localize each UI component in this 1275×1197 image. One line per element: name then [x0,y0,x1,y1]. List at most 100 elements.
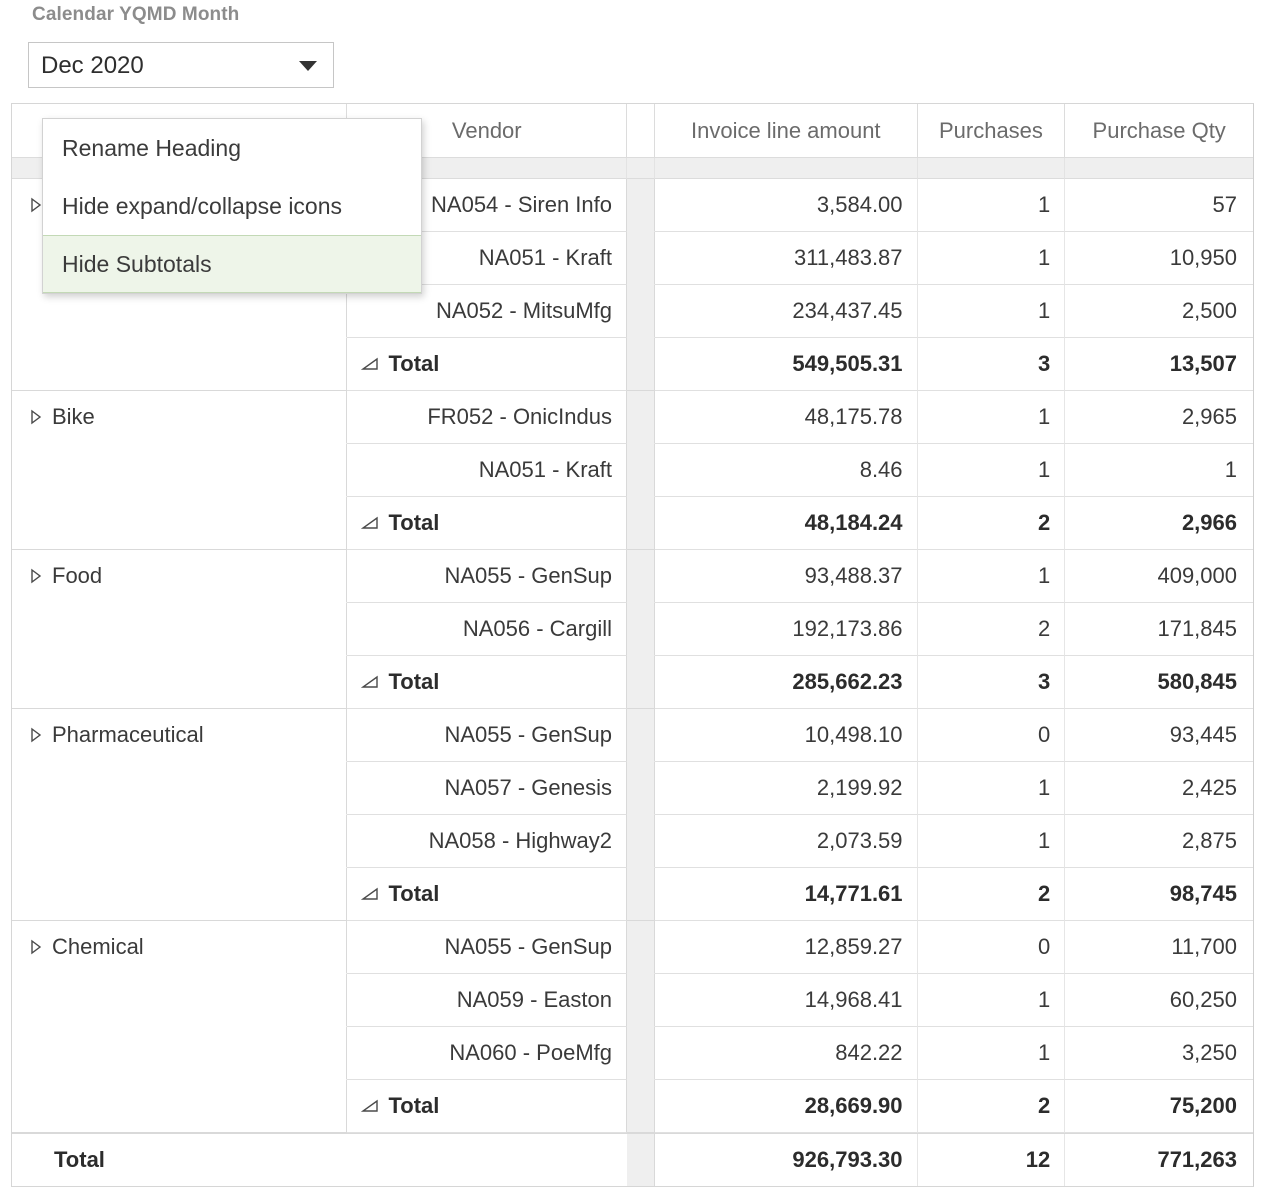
menu-item-hide-subtotals[interactable]: Hide Subtotals [43,235,421,293]
category-cell[interactable]: Bike [12,391,348,444]
calendar-month-select[interactable]: Dec 2020 [28,42,334,88]
category-cell[interactable]: Pharmaceutical [12,709,348,762]
invoice-line-amount-cell: 10,498.10 [654,709,918,762]
table-row: Bike FR052 - OnicIndus 48,175.78 1 2,965 [12,391,1253,444]
purchases-cell: 0 [917,709,1066,762]
row-spacer [627,815,655,868]
subtotal-row: Total 48,184.24 2 2,966 [12,497,1253,550]
chevron-down-icon [299,61,317,71]
vendor-cell: NA055 - GenSup [347,921,627,974]
category-label: Pharmaceutical [52,722,204,747]
row-spacer [627,921,655,974]
subtotal-invoice-line-amount-cell: 48,184.24 [654,497,918,550]
grand-total-label: Total [54,1147,105,1172]
purchases-cell: 1 [917,444,1066,497]
filter-label: Calendar YQMD Month [32,4,240,25]
column-header-purchase-qty[interactable]: Purchase Qty [1065,104,1254,158]
category-cell-empty [12,868,348,921]
invoice-line-amount-cell: 2,199.92 [654,762,918,815]
purchase-qty-cell: 409,000 [1065,550,1253,603]
row-spacer [627,762,655,815]
expand-triangle-icon[interactable] [30,939,42,955]
subtotal-row: Total 285,662.23 3 580,845 [12,656,1253,709]
table-body: NA054 - Siren Info 3,584.00 1 57 NA051 - Kra… [12,179,1253,1133]
column-header-purchases[interactable]: Purchases [917,104,1066,158]
subtotal-purchase-qty-cell: 2,966 [1065,497,1253,550]
category-cell-empty [12,1080,348,1133]
grand-total-spacer [627,1134,655,1186]
filter-cell-purchases[interactable] [917,158,1066,179]
subtotal-purchases-cell: 3 [917,338,1066,391]
purchase-qty-cell: 171,845 [1065,603,1253,656]
invoice-line-amount-cell: 311,483.87 [654,232,918,285]
expand-triangle-icon[interactable] [30,727,42,743]
row-spacer [627,656,655,709]
subtotal-triangle-icon[interactable] [361,1098,379,1114]
category-cell[interactable]: Food [12,550,348,603]
filter-cell-qty[interactable] [1065,158,1253,179]
grand-total-qty: 771,263 [1157,1147,1237,1172]
subtotal-invoice-line-amount-cell: 28,669.90 [654,1080,918,1133]
vendor-cell: NA057 - Genesis [347,762,627,815]
category-cell-empty [12,603,348,656]
table-row: NA056 - Cargill 192,173.86 2 171,845 [12,603,1253,656]
subtotal-triangle-icon[interactable] [361,886,379,902]
menu-item-rename-heading[interactable]: Rename Heading [43,119,421,177]
category-label: Bike [52,404,95,429]
category-cell-empty [12,815,348,868]
purchases-cell: 1 [917,550,1066,603]
subtotal-triangle-icon[interactable] [361,515,379,531]
category-cell-empty [12,1027,348,1080]
purchases-cell: 2 [917,603,1066,656]
purchase-qty-cell: 60,250 [1065,974,1253,1027]
menu-item-hide-expand-collapse-icons[interactable]: Hide expand/collapse icons [43,177,421,235]
subtotal-label-cell: Total [347,338,628,391]
purchase-qty-cell: 2,500 [1065,285,1253,338]
invoice-line-amount-cell: 93,488.37 [654,550,918,603]
expand-triangle-icon[interactable] [30,568,42,584]
filter-cell-spacer [627,158,655,179]
row-spacer [627,550,655,603]
purchase-qty-cell: 2,425 [1065,762,1253,815]
subtotal-purchase-qty-cell: 580,845 [1065,656,1253,709]
subtotal-triangle-icon[interactable] [361,356,379,372]
column-header-context-menu[interactable]: Rename Heading Hide expand/collapse icon… [42,118,422,294]
purchases-cell: 1 [917,391,1066,444]
table-row: NA057 - Genesis 2,199.92 1 2,425 [12,762,1253,815]
row-spacer [627,391,655,444]
subtotal-row: Total 28,669.90 2 75,200 [12,1080,1253,1133]
subtotal-purchase-qty-cell: 98,745 [1065,868,1253,921]
purchases-cell: 1 [917,232,1066,285]
subtotal-invoice-line-amount-cell: 285,662.23 [654,656,918,709]
grand-total-row: Total 926,793.30 12 771,263 [12,1133,1253,1186]
subtotal-label-cell: Total [347,497,628,550]
purchases-cell: 1 [917,815,1066,868]
category-cell[interactable]: Chemical [12,921,348,974]
invoice-line-amount-cell: 3,584.00 [654,179,918,232]
purchases-cell: 1 [917,179,1066,232]
row-spacer [627,1080,655,1133]
purchases-cell: 0 [917,921,1066,974]
row-spacer [627,868,655,921]
subtotal-purchases-cell: 2 [917,1080,1066,1133]
category-cell-empty [12,338,348,391]
purchase-qty-cell: 11,700 [1065,921,1253,974]
row-spacer [627,497,655,550]
vendor-cell: NA060 - PoeMfg [347,1027,627,1080]
column-header-invoice-line-amount[interactable]: Invoice line amount [654,104,918,158]
invoice-line-amount-cell: 842.22 [654,1027,918,1080]
subtotal-triangle-icon[interactable] [361,674,379,690]
category-cell-empty [12,656,348,709]
invoice-line-amount-cell: 14,968.41 [654,974,918,1027]
expand-triangle-icon[interactable] [30,409,42,425]
row-spacer [627,179,655,232]
purchase-qty-cell: 2,965 [1065,391,1253,444]
expand-triangle-icon[interactable] [30,197,42,213]
invoice-line-amount-cell: 192,173.86 [654,603,918,656]
row-spacer [627,232,655,285]
calendar-month-select-value: Dec 2020 [41,52,144,79]
filter-cell-amount[interactable] [654,158,918,179]
vendor-cell: NA055 - GenSup [347,709,627,762]
subtotal-label: Total [388,510,440,535]
purchase-qty-cell: 2,875 [1065,815,1253,868]
